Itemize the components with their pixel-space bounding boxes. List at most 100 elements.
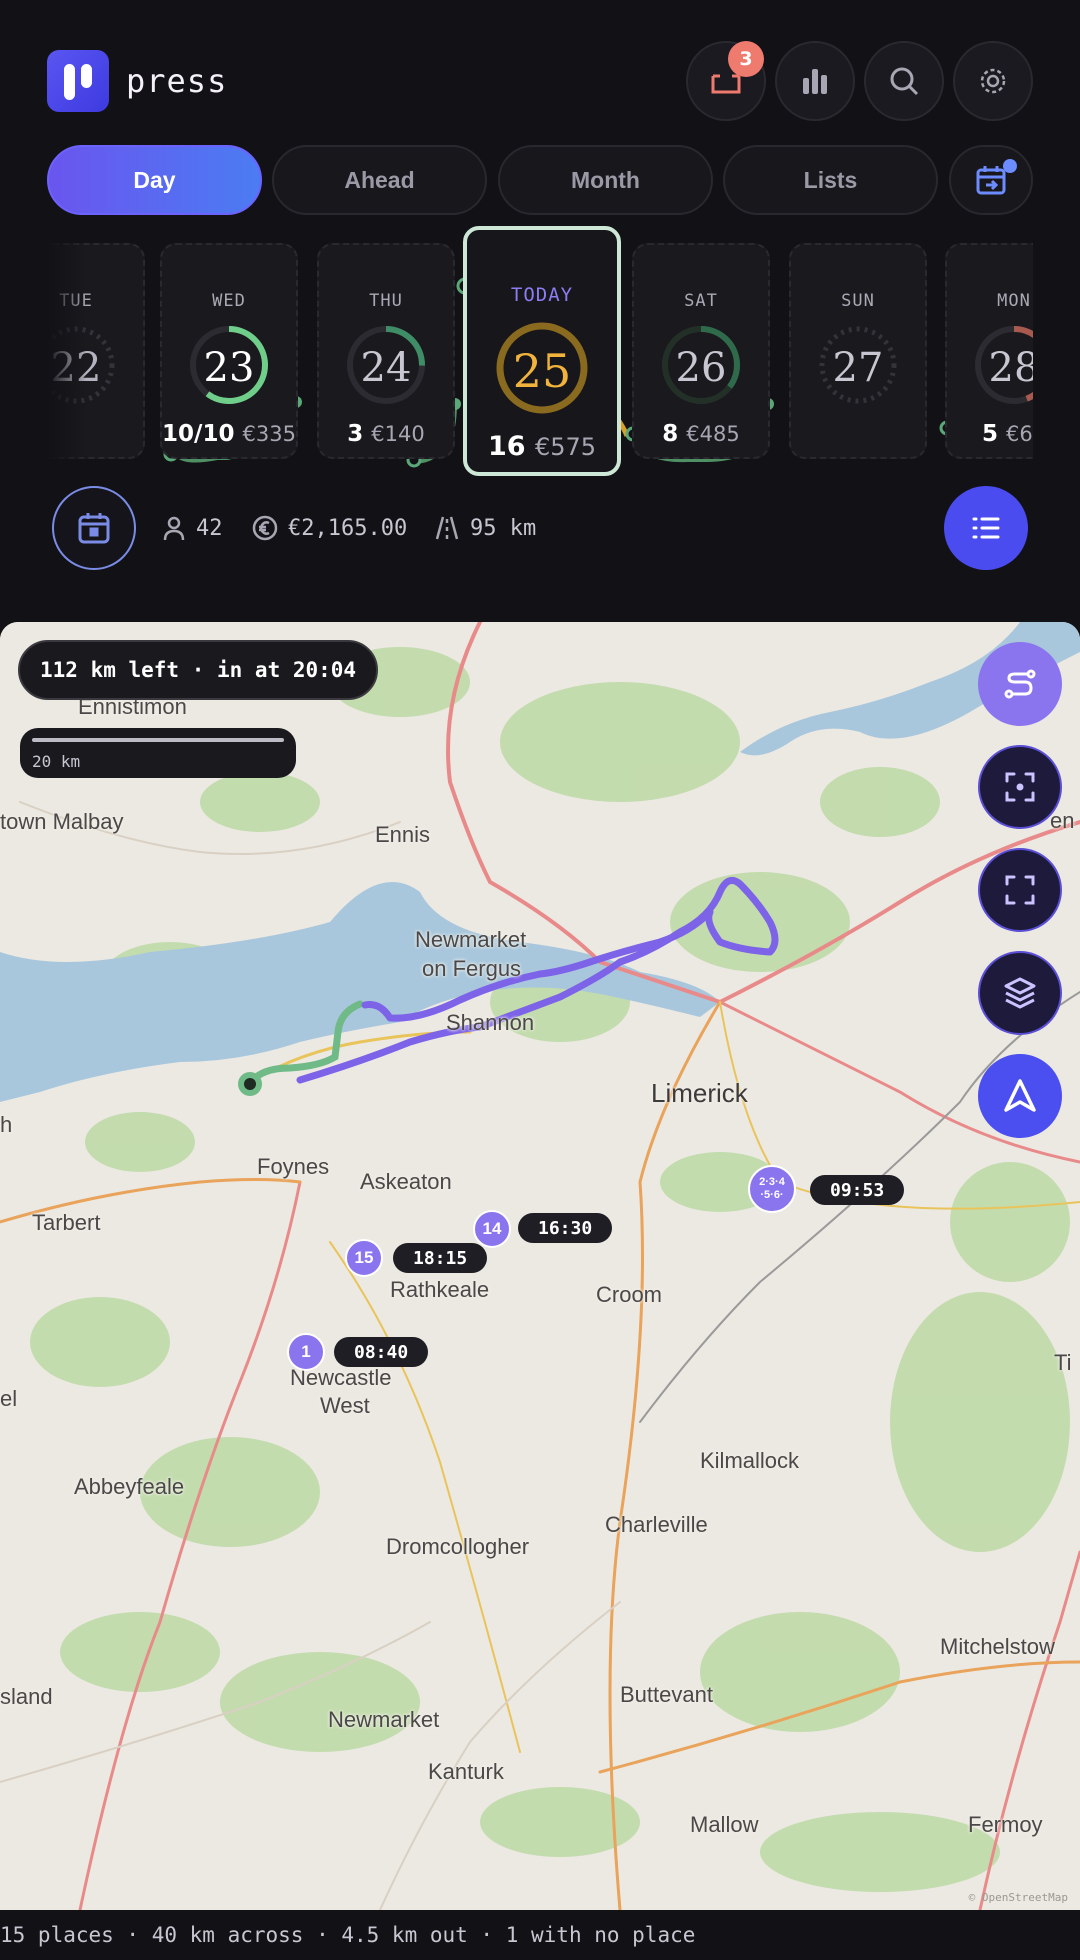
settings-button[interactable] bbox=[953, 41, 1033, 121]
route-icon bbox=[1004, 669, 1036, 699]
place-label: Tarbert bbox=[32, 1210, 101, 1235]
stop-time-label: 16:30 bbox=[518, 1213, 613, 1243]
day-card-mon[interactable]: MON 28 5 €63 bbox=[945, 243, 1033, 459]
day-stats: 8 €485 bbox=[634, 421, 768, 447]
map-attribution: © OpenStreetMap bbox=[968, 1891, 1068, 1904]
stop-time-label: 08:40 bbox=[334, 1337, 429, 1367]
summary-money: €2,165.00 bbox=[252, 515, 407, 541]
place-label: Croom bbox=[596, 1282, 663, 1307]
route-map[interactable]: Ennistimon town Malbay Ennis Newmarket o… bbox=[0, 622, 1080, 1910]
list-view-button[interactable] bbox=[944, 486, 1028, 570]
day-stats: 5 €63 bbox=[947, 421, 1033, 447]
tab-ahead[interactable]: Ahead bbox=[272, 145, 487, 215]
day-number: 27 bbox=[832, 345, 884, 391]
road-icon bbox=[435, 516, 459, 540]
day-card-sat[interactable]: SAT 26 8 €485 bbox=[632, 243, 770, 459]
pick-date-button[interactable] bbox=[52, 486, 136, 570]
route-status-pill: 112 km left · in at 20:04 bbox=[18, 640, 379, 700]
place-label: Kilmallock bbox=[700, 1448, 800, 1473]
day-number: 23 bbox=[203, 345, 255, 391]
day-card-thu[interactable]: THU 24 3 €140 bbox=[317, 243, 455, 459]
day-count: 3 bbox=[347, 421, 364, 447]
route-stop-marker[interactable]: 14 bbox=[473, 1210, 511, 1248]
day-count: 8 bbox=[662, 421, 679, 447]
day-name: SUN bbox=[841, 291, 875, 311]
app-header: press 3 Day Ahead Month Lists WED 23 10/… bbox=[0, 0, 1080, 620]
focus-stops-button[interactable] bbox=[978, 745, 1062, 829]
day-strip[interactable]: TUE 22 WED 23 10/10 €335 THU 24 3 €140 T… bbox=[47, 226, 1033, 484]
place-label: Ennis bbox=[375, 822, 431, 847]
summary-distance: 95 km bbox=[434, 515, 536, 541]
place-label: Ti bbox=[1054, 1350, 1072, 1375]
search-button[interactable] bbox=[864, 41, 944, 121]
route-stop-marker[interactable]: 15 bbox=[345, 1239, 383, 1277]
scale-label: 20 km bbox=[32, 752, 81, 771]
bar-chart-icon bbox=[803, 69, 827, 94]
list-icon bbox=[972, 517, 1000, 539]
cluster-label: 2·3·4 bbox=[759, 1176, 785, 1188]
place-label: Kanturk bbox=[428, 1759, 504, 1784]
place-label: Mallow bbox=[690, 1812, 759, 1837]
search-icon bbox=[890, 67, 919, 96]
route-button[interactable] bbox=[978, 642, 1062, 726]
day-amount: €575 bbox=[534, 433, 597, 461]
navigate-button[interactable] bbox=[978, 1054, 1062, 1138]
place-label: Askeaton bbox=[360, 1169, 452, 1194]
map-scale: 20 km bbox=[20, 728, 296, 778]
calendar-icon bbox=[78, 513, 110, 544]
fullscreen-icon bbox=[1005, 875, 1035, 905]
day-card-wed[interactable]: WED 23 10/10 €335 bbox=[160, 243, 298, 459]
place-label: Buttevant bbox=[620, 1682, 713, 1707]
place-label: West bbox=[320, 1393, 370, 1418]
place-label: on Fergus bbox=[422, 956, 522, 981]
day-stats: 3 €140 bbox=[319, 421, 453, 447]
brand-name: press bbox=[126, 62, 228, 100]
place-label: sland bbox=[0, 1684, 53, 1709]
tab-day[interactable]: Day bbox=[47, 145, 262, 215]
day-card-today[interactable]: TODAY 25 16 €575 bbox=[463, 226, 621, 476]
day-amount: €485 bbox=[686, 422, 740, 446]
day-stats: 10/10 €335 bbox=[162, 421, 296, 447]
layers-icon bbox=[1004, 977, 1036, 1009]
day-name: SAT bbox=[684, 291, 718, 311]
tab-lists[interactable]: Lists bbox=[723, 145, 938, 215]
map-layers-button[interactable] bbox=[978, 951, 1062, 1035]
money-total: €2,165.00 bbox=[288, 515, 408, 541]
stop-time-label: 18:15 bbox=[393, 1243, 488, 1273]
route-stop-marker[interactable]: 1 bbox=[287, 1333, 325, 1371]
day-card-sun[interactable]: SUN 27 bbox=[789, 243, 927, 459]
place-label: Shannon bbox=[446, 1010, 535, 1035]
place-label: town Malbay bbox=[0, 809, 124, 834]
summary-people: 42 bbox=[162, 515, 223, 541]
stats-button[interactable] bbox=[775, 41, 855, 121]
calendar-export-button[interactable] bbox=[949, 145, 1033, 215]
calendar-indicator-dot bbox=[1003, 159, 1017, 173]
place-label: Dromcollogher bbox=[386, 1534, 530, 1559]
day-number: 24 bbox=[360, 345, 412, 391]
cluster-label: ·5·6· bbox=[760, 1189, 784, 1201]
place-label: Limerick bbox=[651, 1078, 748, 1108]
place-label: Fermoy bbox=[968, 1812, 1043, 1837]
day-number: 26 bbox=[675, 345, 727, 391]
place-label: Newmarket bbox=[328, 1707, 440, 1732]
day-count: 16 bbox=[487, 431, 526, 462]
day-count: 5 bbox=[981, 421, 998, 447]
place-label: Abbeyfeale bbox=[74, 1474, 185, 1499]
map-tiles bbox=[0, 622, 1080, 1910]
day-name: TODAY bbox=[510, 284, 574, 306]
notification-badge: 3 bbox=[728, 41, 764, 77]
navigation-arrow-icon bbox=[1004, 1079, 1036, 1112]
route-stop-cluster[interactable]: 2·3·4 ·5·6· bbox=[748, 1165, 796, 1213]
day-number: 25 bbox=[512, 344, 572, 398]
person-icon bbox=[163, 516, 185, 541]
route-summary-footer: 15 places · 40 km across · 4.5 km out · … bbox=[0, 1910, 1080, 1960]
day-name: WED bbox=[212, 291, 246, 311]
stop-time-label: 09:53 bbox=[810, 1175, 905, 1205]
distance-total: 95 km bbox=[470, 515, 537, 541]
tab-month[interactable]: Month bbox=[498, 145, 713, 215]
place-label: el bbox=[0, 1386, 18, 1411]
fit-map-button[interactable] bbox=[978, 848, 1062, 932]
place-label: h bbox=[0, 1112, 13, 1137]
place-label: Rathkeale bbox=[390, 1277, 490, 1302]
app-logo bbox=[47, 50, 109, 112]
